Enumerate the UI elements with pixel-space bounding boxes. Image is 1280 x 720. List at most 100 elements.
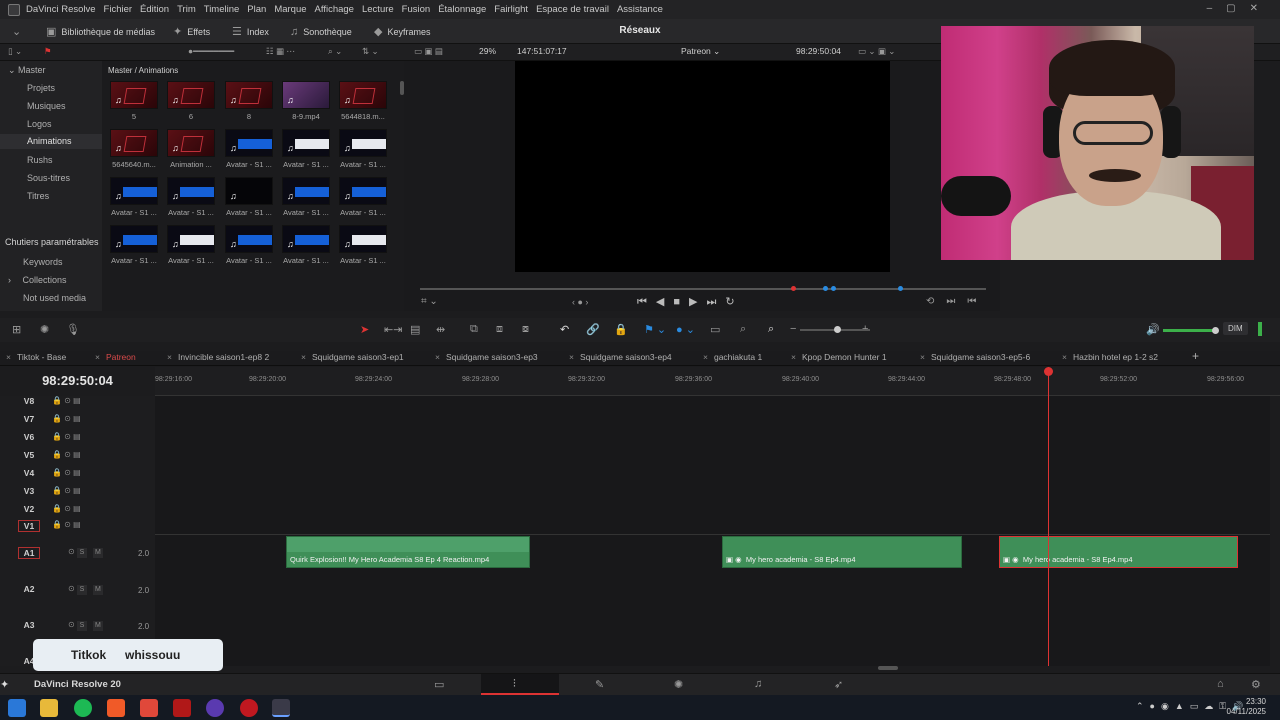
tab-tiktok-base[interactable]: × Tiktok - Base [6,352,66,366]
app-icon[interactable] [240,699,258,717]
tab-invincible[interactable]: × Invincible saison1-ep8 2 [167,352,269,366]
effect-icon[interactable]: ✺ [40,323,49,336]
volume-slider-handle[interactable] [1212,327,1219,334]
page-media-icon[interactable]: ▭ [434,678,444,691]
position-lock-icon[interactable]: 🔒 [614,323,628,336]
menu-marque[interactable]: Marque [274,4,306,15]
tab-squidgame-ep5-6[interactable]: × Squidgame saison3-ep5-6 [920,352,1030,366]
mute-button[interactable]: M [92,621,103,631]
tab-squidgame-ep1[interactable]: × Squidgame saison3-ep1 [301,352,404,366]
volume-slider[interactable] [1163,327,1219,334]
timeline-zoom-slider[interactable] [800,326,870,333]
tab-kpop-demon-hunter[interactable]: × Kpop Demon Hunter 1 [791,352,887,366]
track-controls[interactable]: ⊙ SM [68,547,109,558]
selection-tool-icon[interactable]: ➤ [360,323,369,336]
home-icon[interactable]: ⌂ [1217,678,1224,690]
track-controls[interactable]: 🔒 ⊙ ▤ [52,504,81,513]
flag-blue-icon[interactable]: ⚑ ⌄ [644,323,666,336]
menu-edition[interactable]: Édition [140,4,169,15]
audio-clip-selected[interactable]: ▣ ◉ My hero academia - S8 Ep4.mp4 [999,536,1238,568]
grid-icon[interactable]: ⊞ [12,323,21,336]
track-controls[interactable]: ⊙ SM [68,584,109,595]
solo-button[interactable]: S [76,548,87,558]
bin-titres[interactable]: Titres [27,191,49,201]
menu-fairlight[interactable]: Fairlight [494,4,528,15]
snapping-icon[interactable]: ↶ [560,323,569,336]
close-icon[interactable]: × [569,352,574,362]
media-clip-thumbnail[interactable]: ♫ [225,129,273,157]
marker-blue[interactable] [898,286,903,291]
media-clip-thumbnail[interactable]: ♫ [225,225,273,253]
viewer-crop-icon[interactable]: ⌗ ⌄ [421,296,438,307]
page-deliver-icon[interactable]: ➶ [834,678,843,691]
viewer-layout-icon[interactable]: ▭ ▣ ▤ [414,46,443,57]
zoom-slider-handle[interactable] [834,326,841,333]
track-controls[interactable]: 🔒 ⊙ ▤ [52,396,81,405]
zoom-full-icon[interactable]: ▭ [710,323,720,336]
media-clip-thumbnail[interactable]: ♫ [225,81,273,109]
effects-button[interactable]: ✦ Effets [173,19,210,44]
timeline-viewer[interactable] [515,61,890,272]
track-controls[interactable]: 🔒 ⊙ ▤ [52,520,81,529]
layout-icon[interactable]: ▯ ⌄ [8,46,22,57]
bin-master[interactable]: ⌄ Master [8,65,46,76]
transport-controls[interactable]: ⏮◀■▶⏭↻ [637,295,744,309]
track-controls[interactable]: 🔒 ⊙ ▤ [52,486,81,495]
menu-fusion[interactable]: Fusion [402,4,431,15]
marker-blue-icon[interactable]: ● ⌄ [676,323,695,336]
settings-icon[interactable]: ⚙ [1251,678,1261,691]
menu-lecture[interactable]: Lecture [362,4,394,15]
mute-button[interactable]: M [92,585,103,595]
window-controls[interactable]: –▢✕ [1207,3,1272,14]
media-clip-thumbnail[interactable]: ♫ [339,225,387,253]
bin-animations[interactable]: Animations [0,134,102,149]
close-icon[interactable]: × [703,352,708,362]
voicemeeter-icon[interactable] [173,699,191,717]
track-controls[interactable]: 🔒 ⊙ ▤ [52,468,81,477]
timeline-tracks[interactable]: Quirk Explosion!! My Hero Academia S8 Ep… [155,396,1270,670]
marker-blue[interactable] [823,286,828,291]
media-clip-thumbnail[interactable]: ♫ [339,81,387,109]
replace-clip-icon[interactable]: ⧇ [522,323,529,336]
menu-trim[interactable]: Trim [177,4,196,15]
bin-sous-titres[interactable]: Sous-titres [27,173,70,183]
blade-tool-icon[interactable]: ⇹ [436,323,445,336]
zoom-detail-icon[interactable]: ⌕ [740,323,746,336]
tab-gachiakuta[interactable]: × gachiakuta 1 [703,352,762,366]
zoom-custom-icon[interactable]: ⌕ [768,323,774,336]
bin-musiques[interactable]: Musiques [27,101,66,111]
smart-bin-not-used[interactable]: Not used media [23,293,86,303]
insert-clip-icon[interactable]: ⧉ [470,323,478,336]
zoom-out-icon[interactable]: − [790,323,796,335]
menu-workspace[interactable]: Espace de travail [536,4,609,15]
media-clip-thumbnail[interactable]: ♫ [282,81,330,109]
panel-toggle-button[interactable]: ⌄ [12,19,21,44]
media-clip-thumbnail[interactable]: ♫ [110,81,158,109]
explorer-icon[interactable] [40,699,58,717]
playhead-handle[interactable] [1044,367,1053,376]
menu-assistance[interactable]: Assistance [617,4,663,15]
viewer-options-icon[interactable]: ▭ ⌄ ▣ ⌄ [858,46,895,57]
track-controls[interactable]: 🔒 ⊙ ▤ [52,414,81,423]
linked-selection-icon[interactable]: 🔗 [586,323,600,336]
track-controls[interactable]: 🔒 ⊙ ▤ [52,432,81,441]
audio-clip[interactable]: ▣ ◉ My hero academia - S8 Ep4.mp4 [722,536,962,568]
start-icon[interactable] [8,699,26,717]
flag-icon[interactable]: ⚑ [44,46,52,57]
add-tab-icon[interactable]: + [1192,349,1199,363]
menu-affichage[interactable]: Affichage [315,4,354,15]
close-icon[interactable]: × [95,352,100,362]
bin-logos[interactable]: Logos [27,119,52,129]
page-fairlight-icon[interactable]: ♫ [754,678,762,690]
marker-red[interactable] [791,286,796,291]
sound-library-button[interactable]: ♫ Sonothèque [290,19,352,44]
dim-button[interactable]: DIM [1223,322,1248,335]
search-icon[interactable]: ⌕ ⌄ [328,46,342,57]
mute-button[interactable]: M [92,548,103,558]
playhead[interactable] [1048,367,1049,666]
close-icon[interactable]: × [301,352,306,362]
tab-squidgame-ep3[interactable]: × Squidgame saison3-ep3 [435,352,538,366]
page-fusion-icon[interactable]: ✎ [595,678,604,691]
viewer-right-controls[interactable]: ⟲⏭⏮ [926,296,988,307]
timeline-selector[interactable]: Patreon ⌄ [681,46,720,57]
